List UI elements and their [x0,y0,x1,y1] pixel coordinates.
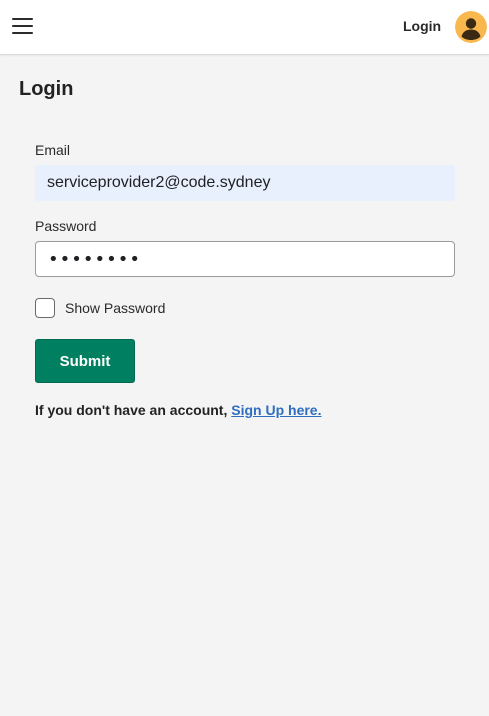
show-password-label[interactable]: Show Password [65,300,165,316]
password-field[interactable] [35,241,455,277]
header-login-link[interactable]: Login [403,18,441,34]
top-navigation-bar: Login [0,0,489,55]
email-field[interactable] [35,165,455,201]
hamburger-menu-icon[interactable] [12,16,34,36]
menu-line [12,32,33,34]
user-avatar-icon[interactable] [455,11,487,43]
password-label: Password [35,218,97,234]
signup-prompt: If you don't have an account, Sign Up he… [35,402,455,418]
email-label: Email [35,142,71,158]
page-title: Login [19,78,74,100]
show-password-row: Show Password [35,298,455,318]
menu-line [12,25,33,27]
login-form: Email Password Show Password Submit If y… [35,140,455,418]
submit-button[interactable]: Submit [35,339,135,383]
menu-line [12,18,33,20]
show-password-checkbox[interactable] [35,298,55,318]
avatar-graphic [455,11,487,43]
signup-prefix-text: If you don't have an account, [35,402,228,418]
signup-link[interactable]: Sign Up here. [231,402,321,418]
